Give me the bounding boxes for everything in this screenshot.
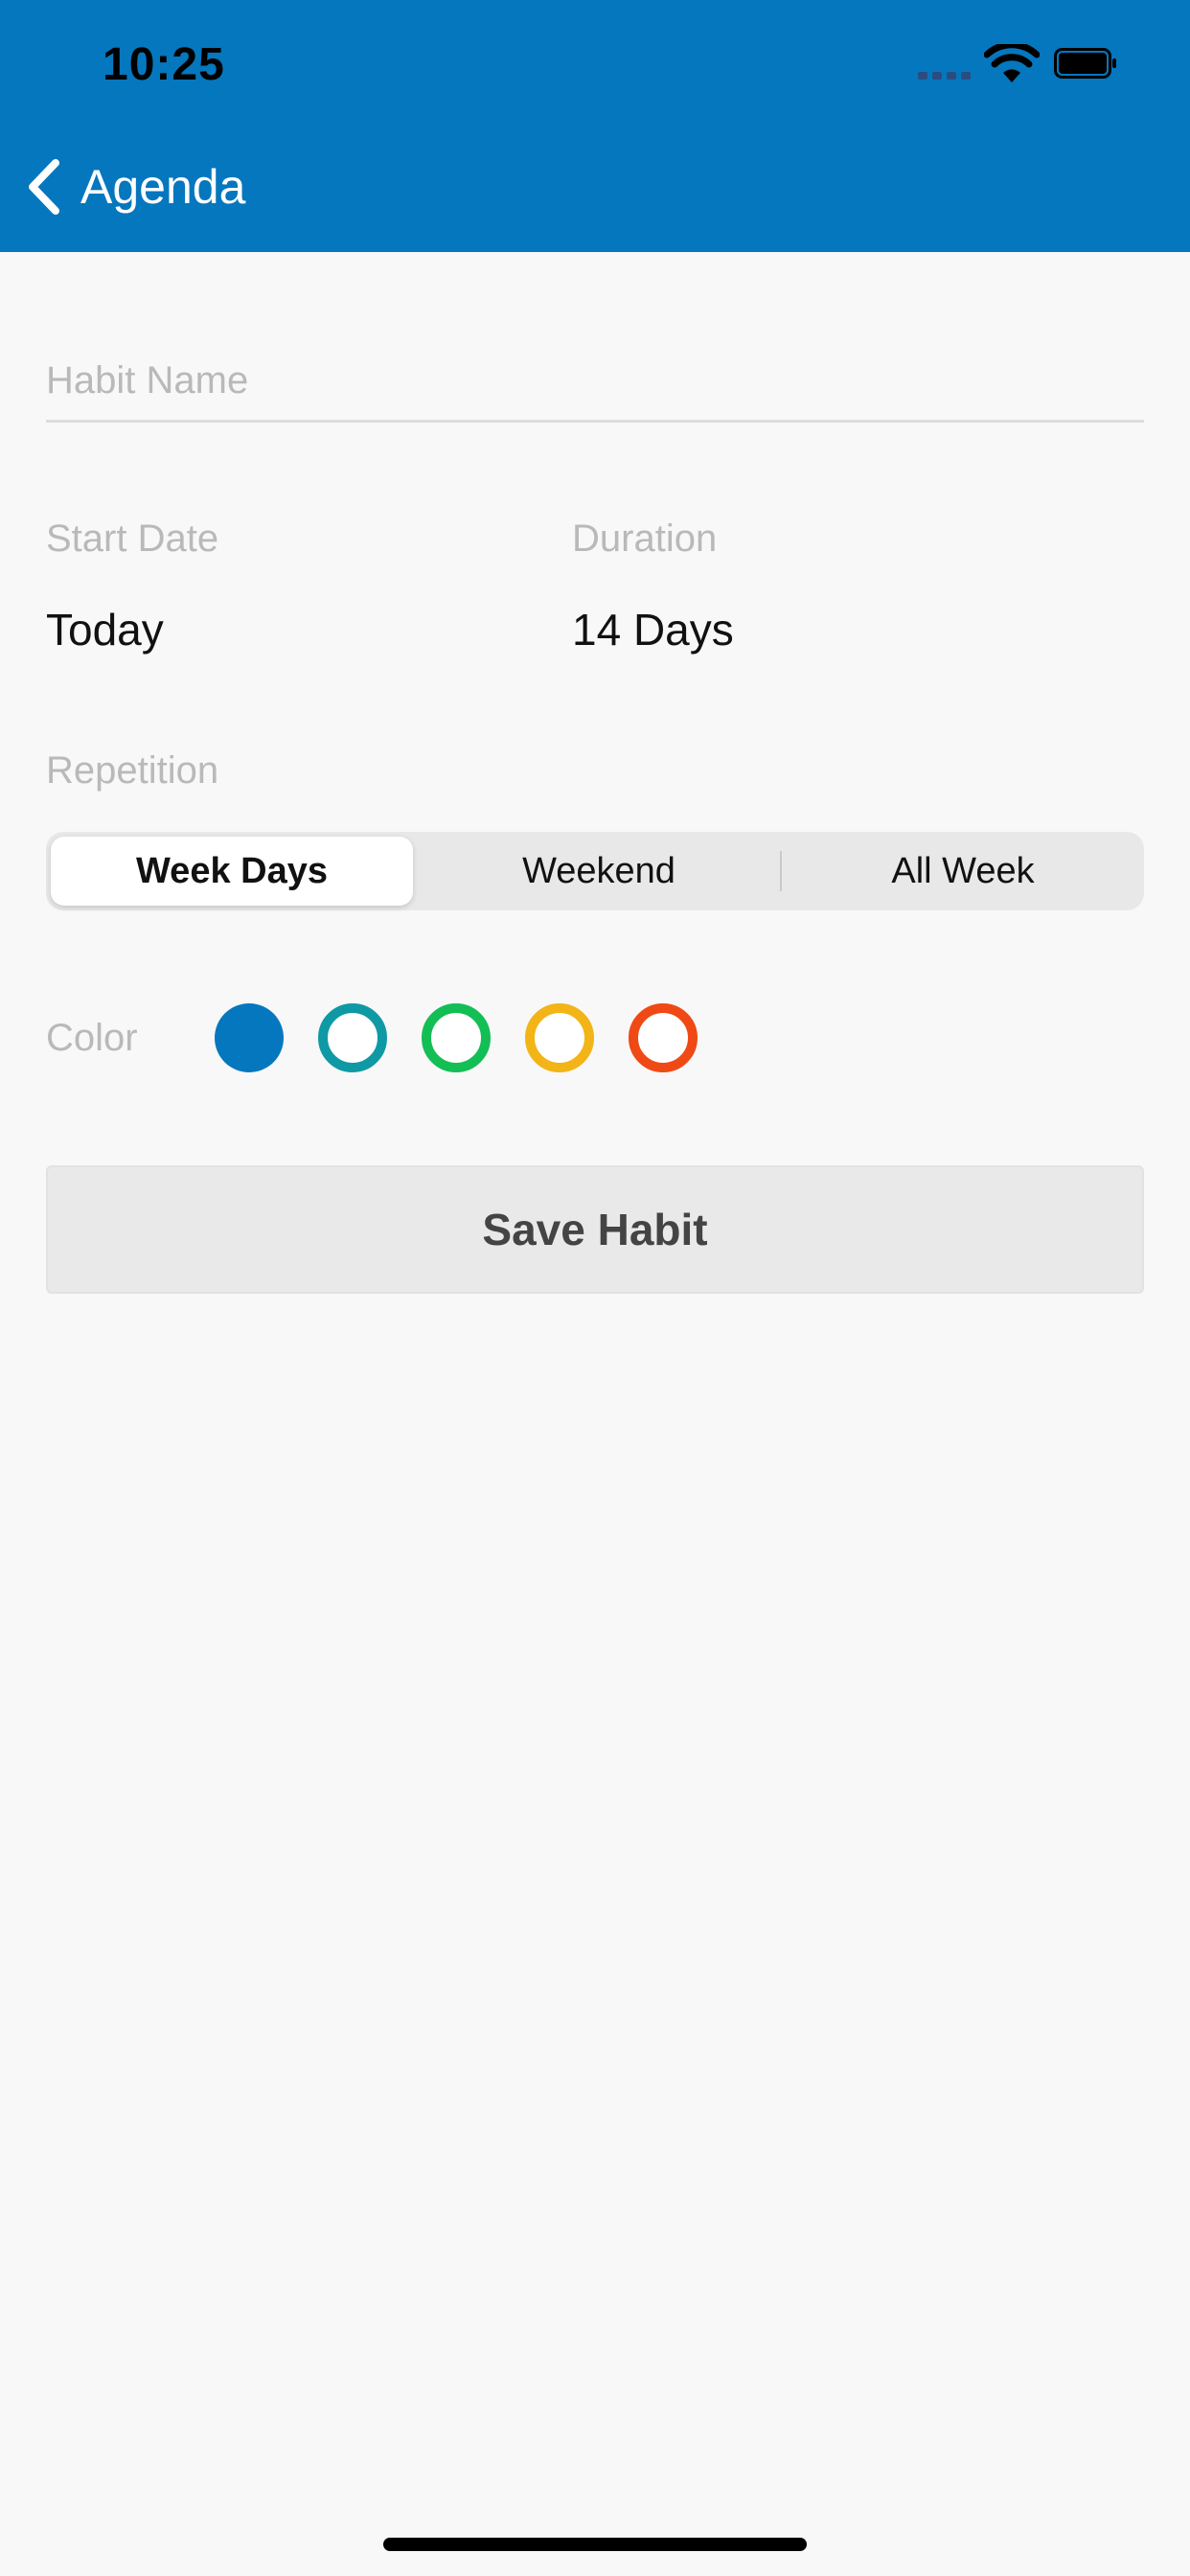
color-swatch-teal[interactable] (318, 1003, 387, 1072)
save-habit-button[interactable]: Save Habit (46, 1165, 1144, 1294)
duration-label: Duration (572, 518, 718, 560)
color-swatch-orange[interactable] (629, 1003, 698, 1072)
start-date-label: Start Date (46, 518, 219, 560)
color-label: Color (46, 1016, 138, 1059)
battery-icon (1054, 48, 1116, 79)
color-swatch-yellow[interactable] (525, 1003, 594, 1072)
start-date-value[interactable]: Today (46, 604, 164, 656)
wifi-icon (984, 44, 1040, 82)
repetition-label: Repetition (46, 749, 219, 792)
status-bar-time: 10:25 (103, 39, 225, 90)
color-picker-row: Color (46, 1001, 732, 1074)
duration-value[interactable]: 14 Days (572, 604, 734, 656)
repetition-option-all-week[interactable]: All Week (782, 832, 1144, 910)
habit-name-input[interactable] (46, 341, 1144, 423)
cellular-signal-icon (918, 70, 972, 80)
home-indicator (383, 2538, 807, 2551)
color-swatch-blue[interactable] (215, 1003, 284, 1072)
repetition-option-week-days[interactable]: Week Days (51, 837, 413, 906)
chevron-left-icon (29, 159, 59, 215)
repetition-segmented-control: Week Days Weekend All Week (46, 832, 1144, 910)
repetition-option-weekend[interactable]: Weekend (418, 832, 780, 910)
color-swatch-green[interactable] (422, 1003, 491, 1072)
back-button-label: Agenda (80, 160, 246, 214)
back-button[interactable]: Agenda (23, 153, 245, 220)
navigation-header: 10:25 Agenda (0, 0, 1190, 252)
